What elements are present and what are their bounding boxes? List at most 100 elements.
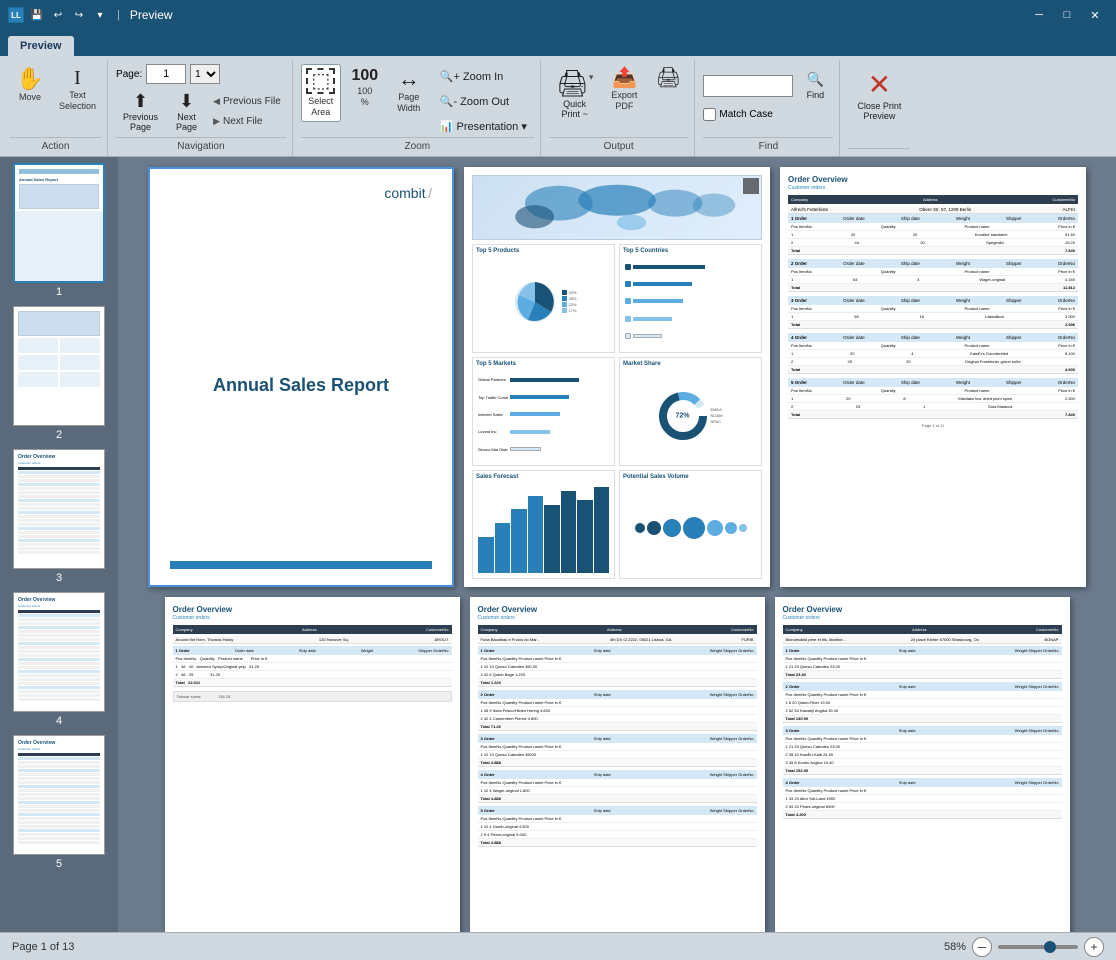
preview-row-1: combit / Annual Sales Report bbox=[128, 167, 1106, 587]
thumbnail-page-3[interactable]: Order Overview Customer orders bbox=[4, 449, 114, 584]
save-qa-button[interactable]: 💾 bbox=[28, 6, 46, 24]
order-title-1: Order Overview bbox=[788, 175, 1078, 184]
previous-file-button[interactable]: ◀ Previous File bbox=[208, 93, 286, 110]
quick-print-icon: 🖨 bbox=[556, 68, 589, 99]
thumbnail-sidebar[interactable]: Annual Sales Report 1 bbox=[0, 157, 118, 932]
move-icon: ✋ bbox=[16, 68, 43, 90]
close-print-icon: ✕ bbox=[868, 68, 891, 101]
export-icon: 📤 bbox=[612, 68, 637, 88]
move-button[interactable]: ✋ Move bbox=[10, 64, 50, 107]
main-area: Annual Sales Report 1 bbox=[0, 157, 1116, 932]
preview-page-4: Order Overview Customer orders Company A… bbox=[165, 597, 460, 932]
close-print-group-label bbox=[848, 148, 910, 152]
page-footer-1: Page 1 of 11 bbox=[788, 423, 1078, 428]
order-subtitle-1: Customer orders bbox=[788, 185, 1078, 191]
order-header-2: Company Address CustomerNo bbox=[173, 625, 452, 634]
ribbon-group-find: 🔍 Find Match Case Find bbox=[697, 60, 840, 156]
thumbnail-page-2[interactable]: 2 bbox=[4, 306, 114, 441]
close-print-group-content: ✕ Close PrintPreview bbox=[848, 60, 910, 148]
zoom-100-icon: 100 bbox=[351, 68, 378, 84]
order-header-3: Company Address CustomerNo bbox=[478, 625, 757, 634]
charts-row-1: Top 5 Products 33% bbox=[472, 244, 762, 353]
zoom-group-label: Zoom bbox=[301, 137, 534, 152]
zoom-controls: 58% ─ + bbox=[944, 937, 1104, 957]
thumbnail-page-1[interactable]: Annual Sales Report 1 bbox=[4, 163, 114, 298]
redo-qa-button[interactable]: ↪ bbox=[70, 6, 88, 24]
maximize-button[interactable]: □ bbox=[1054, 5, 1080, 25]
quick-print-label: QuickPrint ~ bbox=[562, 99, 588, 119]
zoom-100-button[interactable]: 100 100% bbox=[345, 64, 385, 112]
ribbon-group-navigation: Page: 1 ⬆ PreviousPage ⬇ NextPage bbox=[110, 60, 293, 156]
order-title-3: Order Overview bbox=[478, 605, 757, 614]
find-search-input[interactable] bbox=[703, 75, 793, 97]
page-row: Page: 1 bbox=[116, 64, 286, 84]
qa-dropdown-button[interactable]: ▾ bbox=[91, 6, 109, 24]
find-button[interactable]: 🔍 Find bbox=[797, 68, 833, 103]
zoom-out-status-button[interactable]: ─ bbox=[972, 937, 992, 957]
tab-preview[interactable]: Preview bbox=[8, 36, 74, 56]
ribbon: ✋ Move I TextSelection Action Page: 1 bbox=[0, 56, 1116, 157]
output-group-label: Output bbox=[549, 137, 689, 152]
next-page-button[interactable]: ⬇ NextPage bbox=[169, 86, 204, 137]
combit-logo-area: combit / bbox=[170, 185, 432, 201]
quick-access-toolbar: 💾 ↩ ↪ ▾ bbox=[28, 6, 109, 24]
zoom-in-button[interactable]: 🔍+ Zoom In bbox=[433, 66, 534, 87]
top5-markets-box: Top 5 Markets Global Partners Top Traffi… bbox=[472, 357, 615, 466]
undo-qa-button[interactable]: ↩ bbox=[49, 6, 67, 24]
page-label: Page: bbox=[116, 69, 142, 80]
preview-row-2: Order Overview Customer orders Company A… bbox=[128, 597, 1106, 932]
thumbnail-number-1: 1 bbox=[56, 286, 62, 298]
minimize-button[interactable]: ─ bbox=[1026, 5, 1052, 25]
order-subtitle-3: Customer orders bbox=[478, 615, 757, 621]
thumbnail-page-5[interactable]: Order Overview Customer orders bbox=[4, 735, 114, 870]
presentation-button[interactable]: 📊 Presentation ▾ bbox=[433, 116, 534, 137]
close-window-button[interactable]: ✕ bbox=[1082, 5, 1108, 25]
quick-print-button[interactable]: 🖨 ▾ QuickPrint ~ bbox=[549, 64, 601, 123]
zoom-in-label: Zoom In bbox=[463, 71, 503, 83]
title-separator: | bbox=[117, 9, 120, 21]
previous-page-button[interactable]: ⬆ PreviousPage bbox=[116, 86, 165, 137]
thumbnail-frame-1: Annual Sales Report bbox=[13, 163, 105, 283]
preview-page-2: Top 5 Products 33% bbox=[464, 167, 770, 587]
order-section-3: 3 Order Order date Ship date Weight Ship… bbox=[788, 296, 1078, 329]
pie-chart-svg bbox=[510, 277, 560, 327]
thumbnail-number-5: 5 bbox=[56, 858, 62, 870]
preview-area[interactable]: combit / Annual Sales Report bbox=[118, 157, 1116, 932]
match-case-checkbox[interactable] bbox=[703, 108, 716, 121]
world-map bbox=[472, 175, 762, 240]
page-number-input[interactable] bbox=[146, 64, 186, 84]
order-section-2: 2 Order Order date Ship date Weight Ship… bbox=[788, 259, 1078, 292]
zoom-in-icon: 🔍+ bbox=[440, 70, 460, 83]
zoom-slider[interactable] bbox=[998, 945, 1078, 949]
page-dropdown[interactable]: 1 bbox=[190, 64, 220, 84]
zoom-out-button[interactable]: 🔍- Zoom Out bbox=[433, 91, 534, 112]
find-icon: 🔍 bbox=[807, 71, 824, 88]
text-selection-icon: I bbox=[74, 68, 81, 88]
match-case-label[interactable]: Match Case bbox=[703, 108, 833, 121]
thumbnail-frame-3: Order Overview Customer orders bbox=[13, 449, 105, 569]
order-title-4: Order Overview bbox=[783, 605, 1062, 614]
presentation-label: Presentation ▾ bbox=[457, 120, 527, 133]
file-nav-btns: ◀ Previous File ▶ Next File bbox=[208, 93, 286, 130]
nav-page-controls: Page: 1 ⬆ PreviousPage ⬇ NextPage bbox=[116, 64, 286, 137]
order-title-2: Order Overview bbox=[173, 605, 452, 614]
export-button[interactable]: 📤 ExportPDF bbox=[604, 64, 644, 116]
zoom-slider-thumb[interactable] bbox=[1044, 941, 1056, 953]
next-file-button[interactable]: ▶ Next File bbox=[208, 113, 286, 130]
close-print-preview-button[interactable]: ✕ Close PrintPreview bbox=[848, 64, 910, 125]
page-width-button[interactable]: ↔ PageWidth bbox=[389, 64, 429, 118]
select-area-button[interactable]: ⬚ SelectArea bbox=[301, 64, 341, 122]
text-selection-button[interactable]: I TextSelection bbox=[54, 64, 101, 116]
ribbon-tab-bar: Preview bbox=[0, 30, 1116, 56]
navigation-group-content: Page: 1 ⬆ PreviousPage ⬇ NextPage bbox=[116, 60, 286, 137]
thumbnail-page-4[interactable]: Order Overview Customer orders bbox=[4, 592, 114, 727]
print-direct-button[interactable]: 🖨 bbox=[648, 64, 688, 94]
zoom-in-out-controls: 🔍+ Zoom In 🔍- Zoom Out 📊 Presentation ▾ bbox=[433, 66, 534, 137]
zoom-in-status-button[interactable]: + bbox=[1084, 937, 1104, 957]
action-group-content: ✋ Move I TextSelection bbox=[10, 60, 101, 137]
order-header-1: Company Address CustomerNo bbox=[788, 195, 1078, 204]
preview-page-1: combit / Annual Sales Report bbox=[148, 167, 454, 587]
qr-code bbox=[743, 178, 759, 194]
title-text: Preview bbox=[130, 8, 173, 22]
ribbon-group-output: 🖨 ▾ QuickPrint ~ 📤 ExportPDF 🖨 Output bbox=[543, 60, 696, 156]
